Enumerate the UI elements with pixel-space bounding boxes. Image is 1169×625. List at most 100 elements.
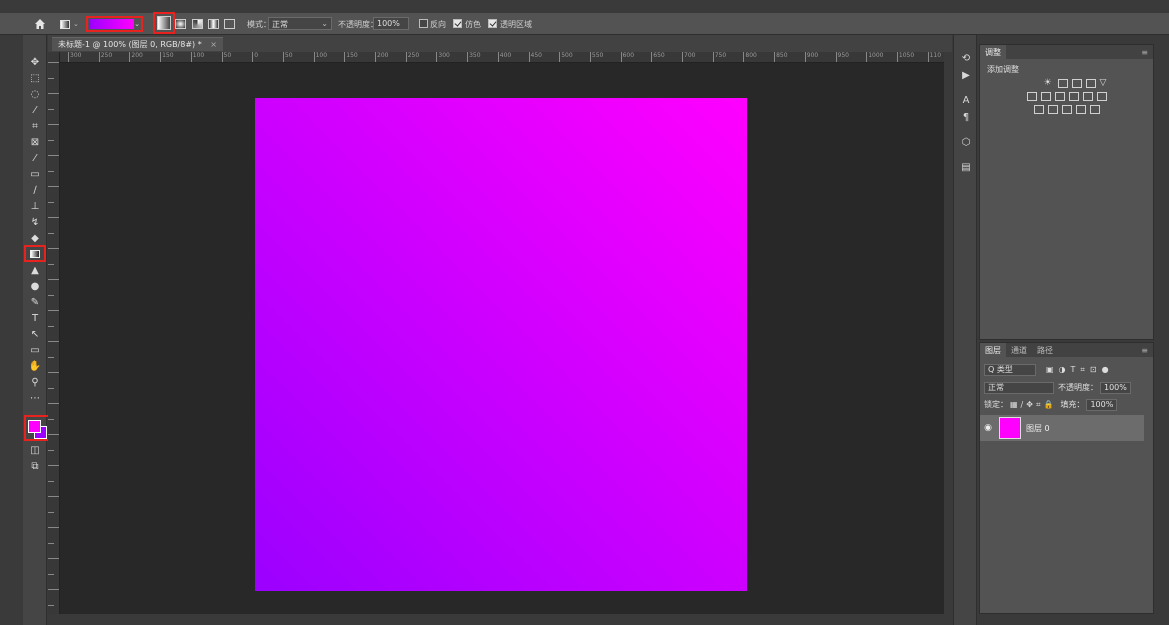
curves-icon[interactable] [1071, 79, 1082, 88]
photo-filter-icon[interactable] [1068, 92, 1079, 101]
marquee-icon[interactable]: ⬚ [27, 71, 43, 85]
healing-icon[interactable]: ▭ [27, 167, 43, 181]
ruler-tick [48, 279, 59, 280]
lock-icons[interactable]: ▦∕✥⌗🔒 [1010, 400, 1056, 410]
reflected-gradient-button[interactable] [208, 19, 219, 29]
invert-icon[interactable] [1033, 105, 1044, 114]
transparency-checkbox[interactable] [488, 19, 497, 28]
ruler-tick [48, 434, 59, 435]
hue-saturation-icon[interactable] [1026, 92, 1037, 101]
move-icon[interactable]: ✥ [27, 55, 43, 69]
gradient-picker[interactable]: ⌄ [86, 16, 143, 32]
radial-gradient-button[interactable] [175, 19, 186, 29]
paragraph-panel-icon[interactable]: ¶ [959, 111, 973, 123]
mode-select[interactable]: 正常 ⌄ [268, 17, 332, 30]
color-balance-icon[interactable] [1040, 92, 1051, 101]
panel-icon-strip: ⟲ ▶ A ¶ ⬡ ▤ [953, 35, 977, 625]
layers-panel: 图层 通道 路径 ≡ Q 类型 ▣◑T⌗⊡● 正常 不透明度： 100% 锁定：… [979, 342, 1154, 614]
gradient-tool-button[interactable] [24, 245, 46, 262]
close-icon[interactable]: × [210, 40, 217, 49]
pen-icon[interactable]: ✎ [27, 295, 43, 309]
linear-gradient-button[interactable] [153, 12, 175, 34]
channel-mixer-icon[interactable] [1082, 92, 1093, 101]
black-white-icon[interactable] [1054, 92, 1065, 101]
tab-channels[interactable]: 通道 [1006, 343, 1032, 357]
home-icon[interactable] [34, 16, 48, 32]
actions-play-icon[interactable]: ▶ [959, 69, 973, 81]
screen-mode-icon[interactable]: ⧉ [27, 459, 43, 473]
posterize-icon[interactable] [1047, 105, 1058, 114]
ruler-tick: 100 [190, 52, 204, 62]
brightness-icon[interactable]: ☀ [1044, 79, 1054, 88]
tab-paths[interactable]: 路径 [1032, 343, 1058, 357]
path-select-icon[interactable]: ↖ [27, 327, 43, 341]
quick-mask-icon[interactable]: ◫ [27, 443, 43, 457]
blur-icon[interactable]: ▲ [27, 263, 43, 277]
ruler-tick [48, 387, 54, 389]
eye-icon[interactable]: ◉ [980, 423, 996, 433]
fill-input[interactable]: 100% [1086, 398, 1118, 411]
shape-icon[interactable]: ▭ [27, 343, 43, 357]
history-brush-icon[interactable]: ↯ [27, 215, 43, 229]
magic-wand-icon[interactable]: ⁄ [27, 103, 43, 117]
history-panel-icon[interactable]: ⟲ [959, 52, 973, 64]
threshold-icon[interactable] [1061, 105, 1072, 114]
lasso-icon[interactable]: ◌ [27, 87, 43, 101]
ruler-tick: 550 [589, 52, 603, 62]
frame-icon[interactable]: ⊠ [27, 135, 43, 149]
reverse-label: 反向 [430, 20, 446, 29]
eyedropper-icon[interactable]: ⁄ [27, 151, 43, 165]
properties-panel-icon[interactable]: ▤ [959, 161, 973, 173]
crop-icon[interactable]: ⌗ [27, 119, 43, 133]
layer-name: 图层 0 [1026, 423, 1050, 433]
3d-panel-icon[interactable]: ⬡ [959, 136, 973, 148]
dodge-icon[interactable]: ● [27, 279, 43, 293]
tab-layers[interactable]: 图层 [980, 343, 1006, 357]
layer-filter-icons[interactable]: ▣◑T⌗⊡● [1046, 365, 1114, 375]
angle-gradient-button[interactable] [192, 19, 203, 29]
zoom-icon[interactable]: ⚲ [27, 375, 43, 389]
brush-icon[interactable]: ∕ [27, 183, 43, 197]
ruler-tick [48, 372, 59, 373]
ruler-tick [48, 108, 54, 110]
layer-filter-select[interactable]: Q 类型 [984, 363, 1036, 376]
hand-icon[interactable]: ✋ [27, 359, 43, 373]
stamp-icon[interactable]: ⊥ [27, 199, 43, 213]
reverse-checkbox[interactable] [419, 19, 428, 28]
diamond-gradient-button[interactable] [224, 19, 235, 29]
gradient-map-icon[interactable] [1075, 105, 1086, 114]
color-lookup-icon[interactable] [1096, 92, 1107, 101]
layer-opacity-input[interactable]: 100% [1100, 381, 1131, 394]
ruler-tick: 750 [712, 52, 726, 62]
adjustment-row-1: ☀ ▽ [1000, 79, 1153, 88]
ruler-tick: 150 [344, 52, 358, 62]
panel-menu-icon[interactable]: ≡ [1141, 48, 1148, 57]
tool-preset-picker[interactable]: ⌄ [60, 16, 82, 32]
ruler-tick [48, 294, 54, 296]
dither-label: 仿色 [465, 20, 481, 29]
ruler-tick [48, 480, 54, 482]
canvas-area[interactable] [60, 63, 944, 614]
panel-menu-icon[interactable]: ≡ [1141, 346, 1148, 355]
exposure-icon[interactable] [1085, 79, 1096, 88]
horizontal-ruler: 300 250 200 150 100 50 0 50 100 150 200 250 300 350 40… [60, 52, 944, 63]
eraser-icon[interactable]: ◆ [27, 231, 43, 245]
type-icon[interactable]: T [27, 311, 43, 325]
tab-adjustments[interactable]: 调整 [980, 45, 1006, 59]
ruler-tick [48, 124, 59, 125]
dither-checkbox[interactable] [453, 19, 462, 28]
selective-color-icon[interactable] [1089, 105, 1100, 114]
ruler-tick [48, 542, 54, 544]
ruler-tick [48, 604, 54, 606]
foreground-color-swatch[interactable] [28, 420, 41, 433]
opacity-input[interactable]: 100% [373, 17, 409, 30]
document-tab[interactable]: 未标题-1 @ 100% (图层 0, RGB/8#) * × [52, 37, 223, 51]
levels-icon[interactable] [1057, 79, 1068, 88]
ruler-tick: 50 [282, 52, 293, 62]
layer-row[interactable]: ◉ 图层 0 [980, 415, 1144, 441]
character-panel-icon[interactable]: A [959, 94, 973, 106]
vibrance-icon[interactable]: ▽ [1100, 79, 1110, 88]
document-canvas[interactable] [255, 98, 747, 591]
blend-mode-select[interactable]: 正常 [984, 381, 1054, 394]
more-icon[interactable]: ⋯ [27, 391, 43, 405]
